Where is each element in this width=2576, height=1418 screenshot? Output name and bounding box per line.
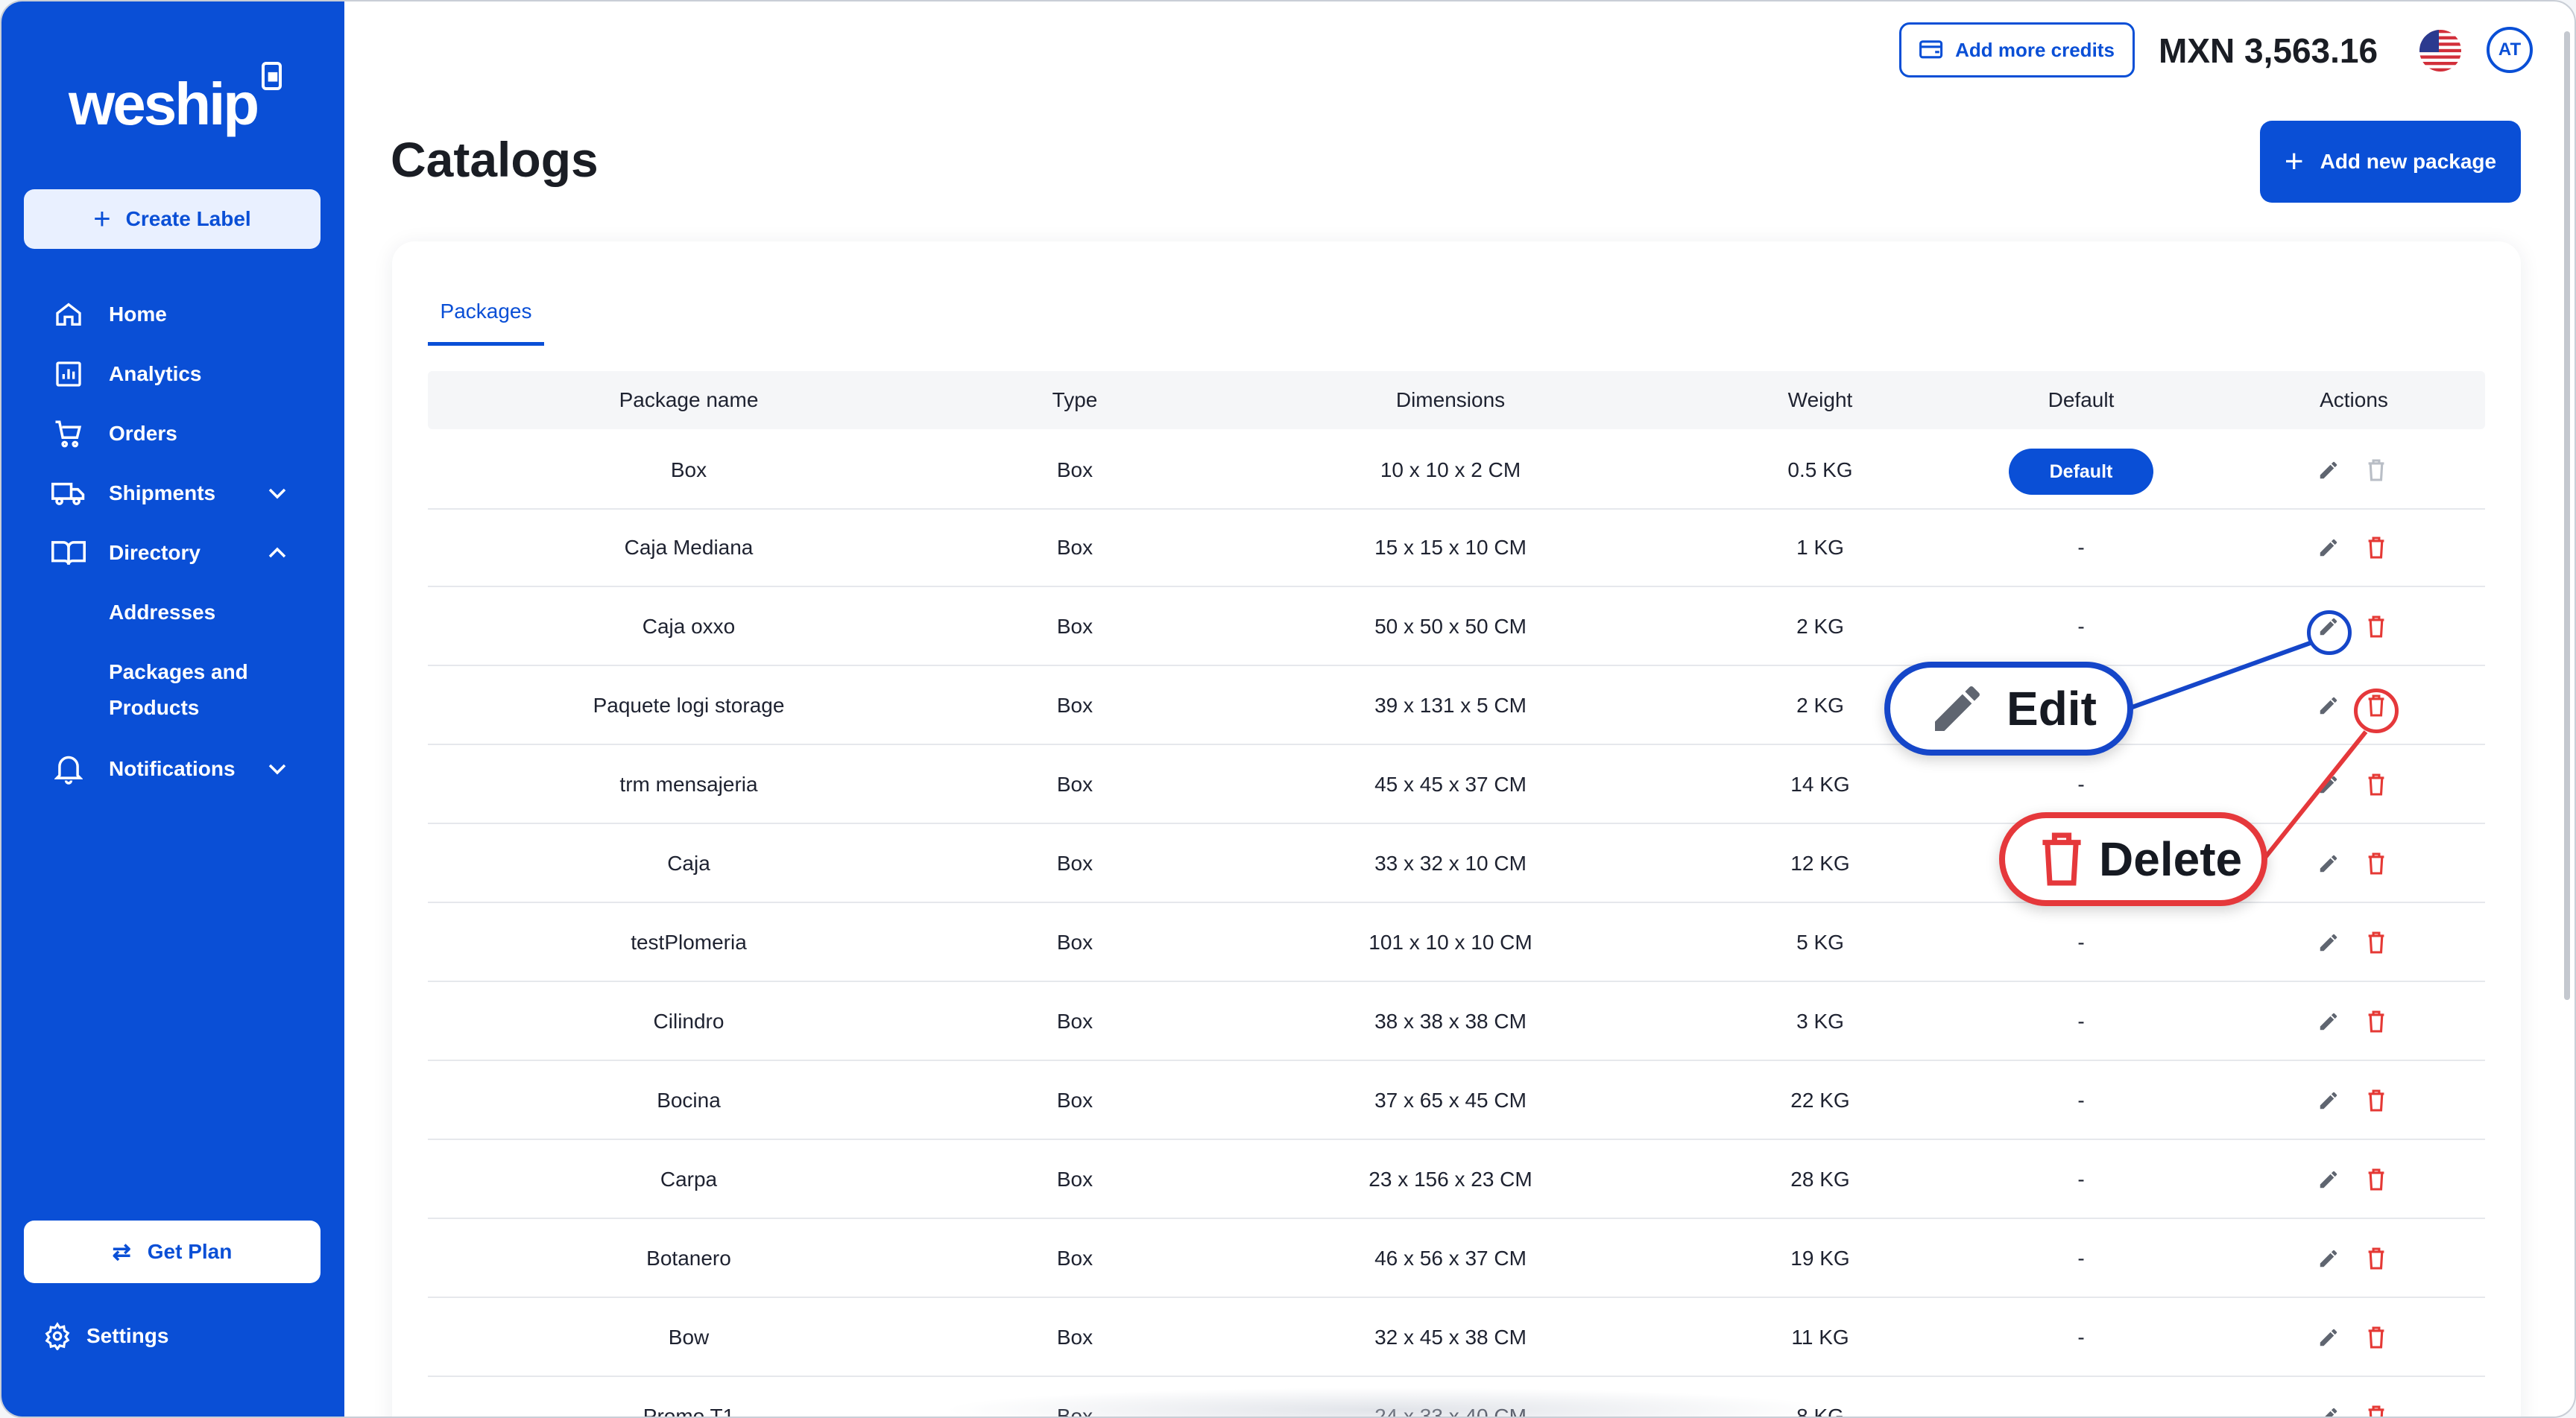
edit-callout: Edit bbox=[1884, 662, 2133, 756]
delete-callout-text: Delete bbox=[2099, 832, 2243, 886]
edit-highlight-ring bbox=[2307, 610, 2352, 655]
delete-highlight-ring bbox=[2354, 689, 2399, 733]
pencil-icon bbox=[1935, 686, 1980, 731]
delete-callout: Delete bbox=[1999, 812, 2267, 906]
bottom-fade bbox=[941, 1387, 1835, 1417]
trash-icon bbox=[2042, 832, 2081, 886]
edit-callout-text: Edit bbox=[2007, 682, 2097, 735]
app-window: weship ■ + Create Label Home Analytics Or… bbox=[0, 0, 2576, 1418]
callout-connector-lines bbox=[2129, 640, 2368, 860]
page-scrollbar[interactable] bbox=[2564, 31, 2570, 1000]
